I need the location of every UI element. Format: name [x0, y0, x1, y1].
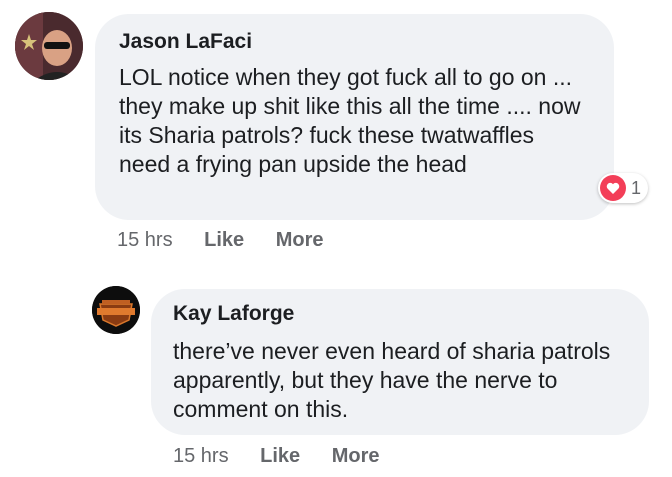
comment-actions: 15 hrs Like More [173, 445, 406, 468]
harley-logo-icon [92, 286, 140, 334]
comment-author[interactable]: Kay Laforge [173, 301, 625, 327]
comment-author[interactable]: Jason LaFaci [119, 29, 590, 55]
comment-bubble: Jason LaFaci LOL notice when they got fu… [95, 14, 614, 220]
comment-timestamp[interactable]: 15 hrs [173, 445, 229, 467]
reaction-badge[interactable]: 1 [598, 173, 649, 203]
comment-bubble: Kay Laforge there’ve never even heard of… [151, 289, 649, 435]
more-button[interactable]: More [276, 229, 324, 251]
like-button[interactable]: Like [204, 229, 244, 251]
like-button[interactable]: Like [260, 445, 300, 467]
reaction-count: 1 [631, 177, 642, 198]
avatar-photo-icon [15, 12, 83, 80]
more-button[interactable]: More [332, 445, 380, 467]
comment-timestamp[interactable]: 15 hrs [117, 229, 173, 251]
comment-text: LOL notice when they got fuck all to go … [119, 64, 581, 177]
avatar[interactable] [15, 12, 83, 80]
heart-icon [600, 175, 626, 201]
comment-text: there’ve never even heard of sharia patr… [173, 338, 611, 422]
avatar[interactable] [92, 286, 140, 334]
comment-actions: 15 hrs Like More [117, 229, 350, 252]
